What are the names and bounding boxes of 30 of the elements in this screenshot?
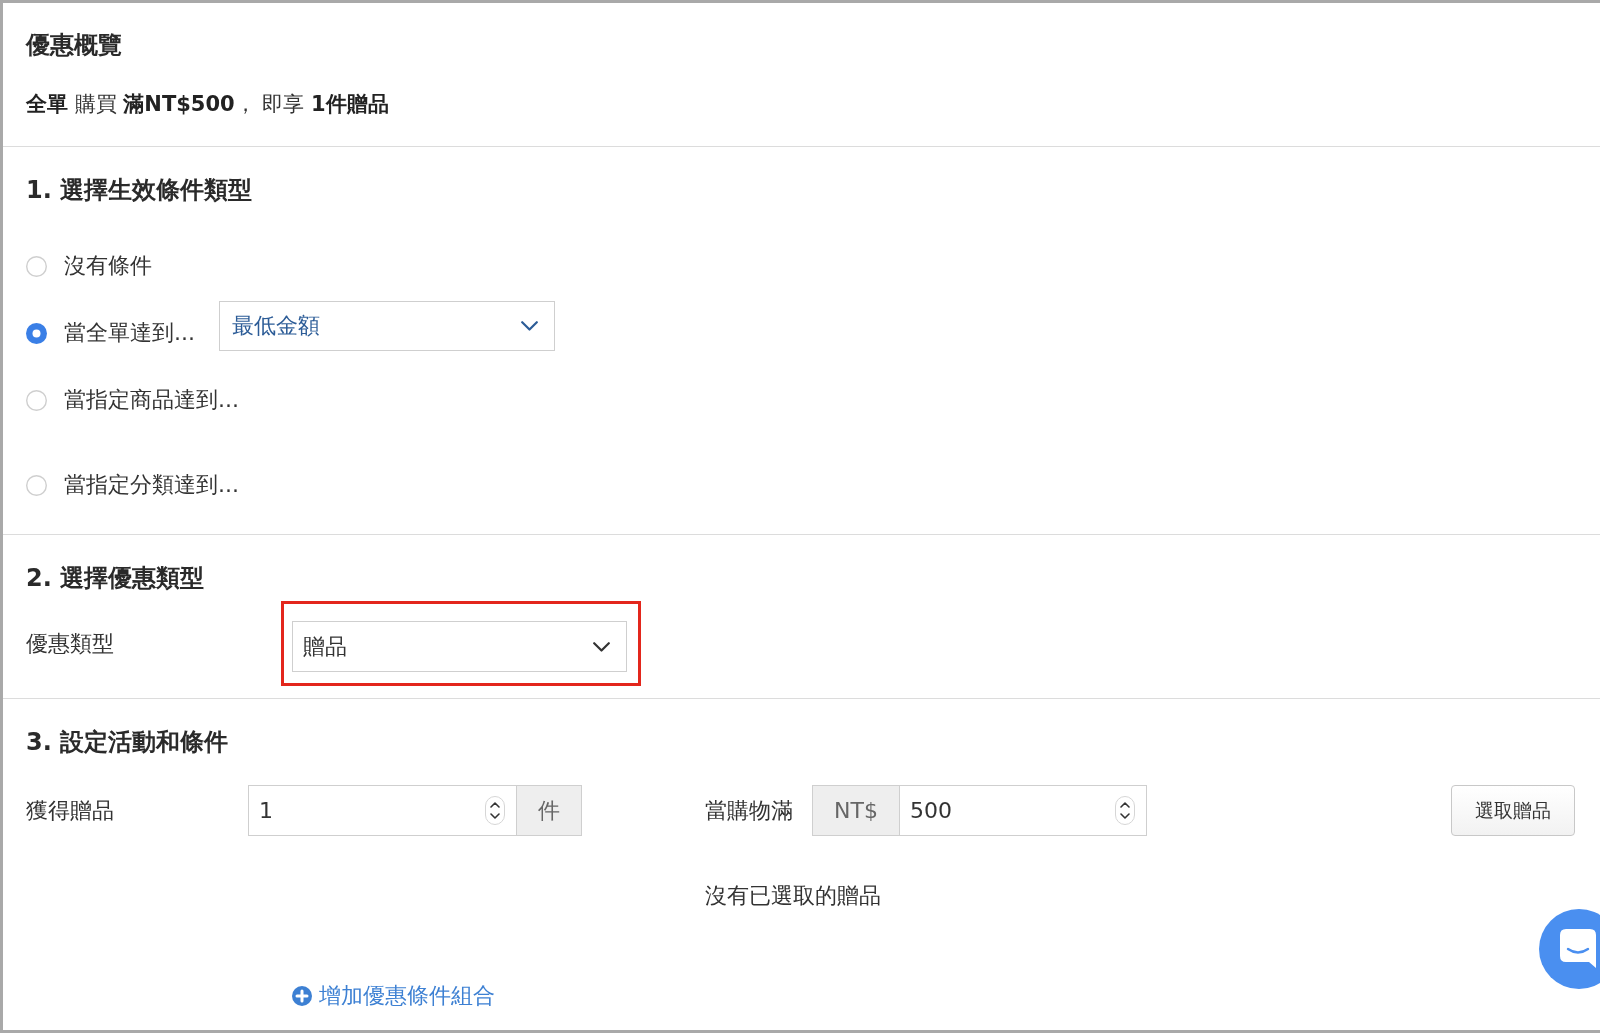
option-label[interactable]: 當指定商品達到... [64,385,239,415]
section-title: 優惠概覽 [26,30,122,60]
chat-button[interactable] [1539,909,1600,989]
section-title: 3. 設定活動和條件 [26,727,229,757]
field-label: 優惠類型 [26,629,114,658]
quantity-field[interactable]: 1 [248,785,517,836]
amount-type-select[interactable]: 最低金額 [219,301,555,351]
plus-circle-icon [292,986,312,1006]
section-title: 2. 選擇優惠類型 [26,563,205,593]
radio-button[interactable] [26,389,47,411]
discount-type-select[interactable]: 贈品 [292,621,627,672]
radio-button[interactable] [26,322,47,344]
offer-summary: 全單 購買 滿NT$500， 即享 1件贈品 [26,91,389,118]
section-title: 1. 選擇生效條件類型 [26,175,253,205]
empty-message: 沒有已選取的贈品 [705,882,881,910]
radio-button[interactable] [26,474,47,496]
pick-gift-button[interactable]: 選取贈品 [1451,785,1575,836]
unit-addon: 件 [517,785,582,836]
option-label[interactable]: 當指定分類達到... [64,470,239,500]
field-label: 當購物滿 [705,796,793,825]
chevron-down-icon [521,321,538,331]
option-label[interactable]: 當全單達到... [64,318,195,348]
chat-bubble-icon [1560,929,1596,968]
amount-field[interactable]: 500 [899,785,1147,836]
currency-addon: NT$ [812,785,899,836]
add-condition-link[interactable]: 增加優惠條件組合 [292,981,495,1011]
radio-button[interactable] [26,255,47,277]
chevron-down-icon [593,641,610,652]
option-label[interactable]: 沒有條件 [64,251,152,281]
field-label: 獲得贈品 [26,796,114,825]
